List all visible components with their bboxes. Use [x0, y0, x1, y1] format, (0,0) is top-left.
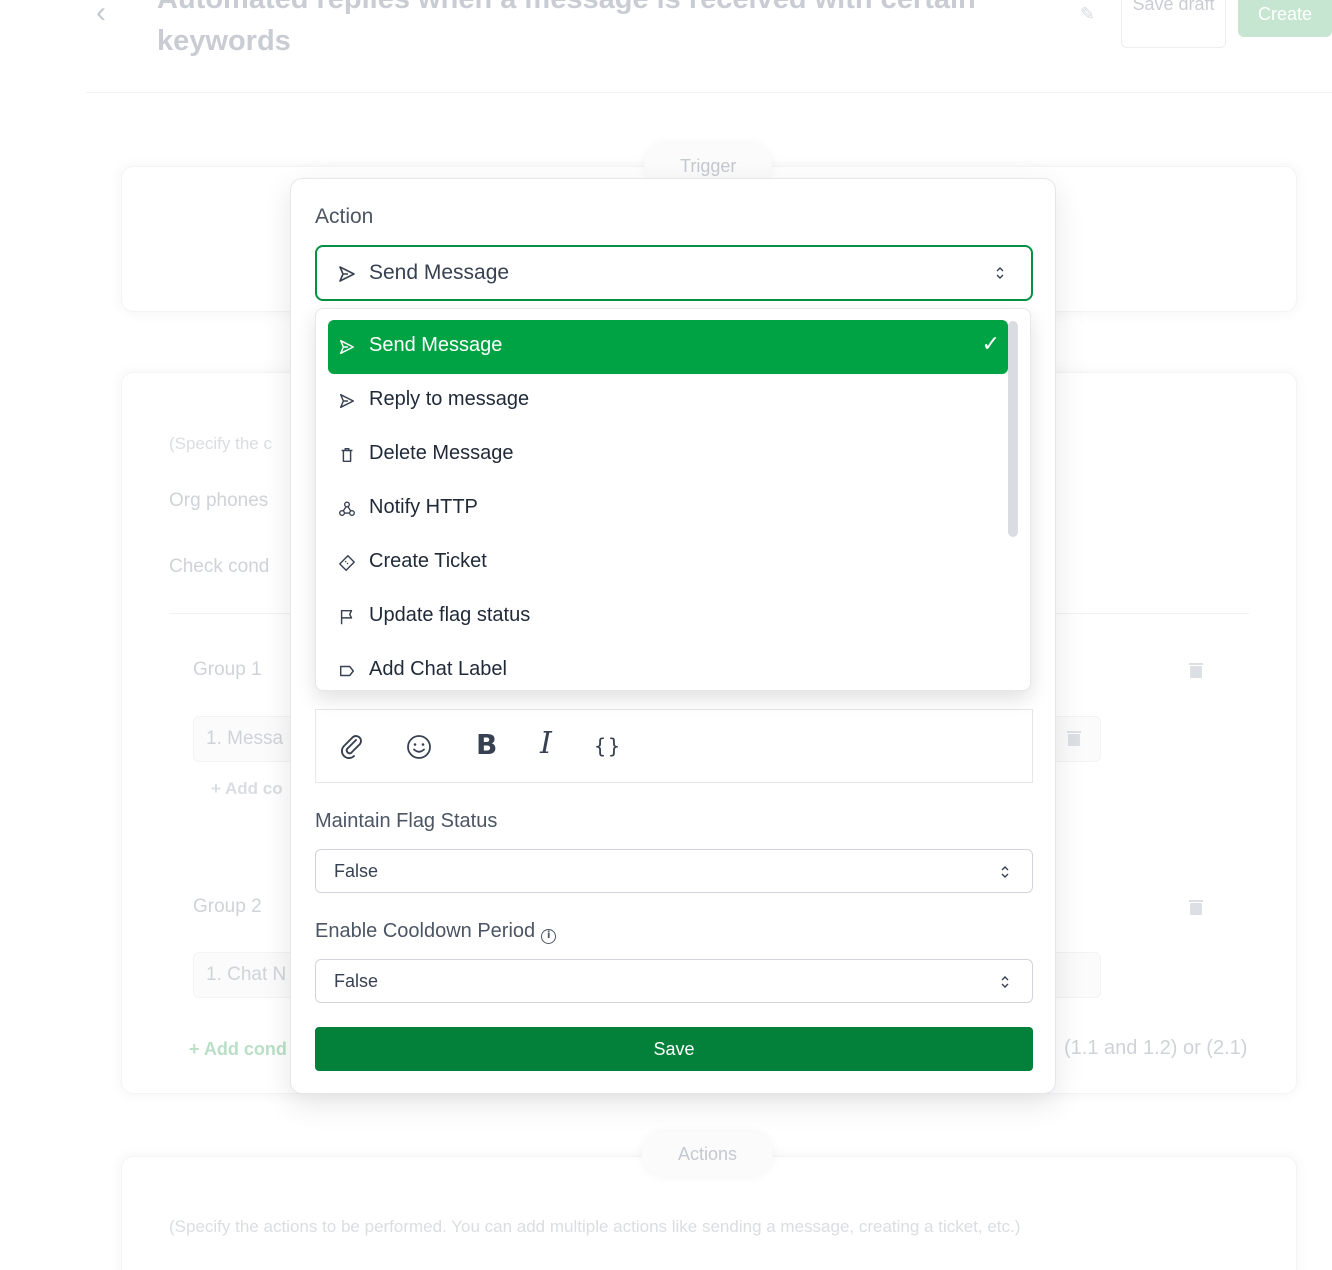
emoji-icon[interactable] — [406, 734, 432, 760]
send-icon — [339, 266, 355, 282]
add-condition-group-link[interactable]: + Add cond — [189, 1039, 287, 1060]
chevron-up-down-icon — [996, 267, 1004, 279]
dropdown-option-delete-message[interactable]: Delete Message — [328, 428, 1008, 482]
chevron-up-down-icon — [1001, 866, 1009, 878]
actions-hint: (Specify the actions to be performed. Yo… — [169, 1217, 1021, 1236]
dropdown-option-label: Notify HTTP — [369, 496, 478, 518]
dropdown-option-send-message[interactable]: Send Message ✓ — [328, 320, 1008, 374]
dropdown-option-label: Add Chat Label — [369, 658, 507, 680]
group-1-label: Group 1 — [193, 659, 262, 680]
dropdown-option-label: Create Ticket — [369, 550, 487, 572]
message-editor-toolbar: B I {} — [315, 709, 1033, 783]
add-condition-link[interactable]: + Add co — [211, 779, 283, 799]
dropdown-option-label: Send Message — [369, 334, 503, 356]
create-button[interactable]: Create — [1238, 0, 1332, 37]
cooldown-value: False — [334, 971, 379, 991]
save-button[interactable]: Save — [315, 1027, 1033, 1071]
ticket-icon — [339, 555, 355, 571]
dropdown-option-notify-http[interactable]: Notify HTTP — [328, 482, 1008, 536]
check-conditions-label: Check cond — [169, 556, 270, 577]
send-icon — [339, 393, 355, 409]
bold-icon[interactable]: B — [476, 728, 497, 761]
action-select[interactable]: Send Message — [315, 245, 1033, 301]
action-label: Action — [315, 205, 374, 228]
dropdown-option-add-chat-label[interactable]: Add Chat Label — [328, 644, 1008, 690]
action-dropdown-list: Send Message ✓ Reply to message Delete M… — [315, 308, 1031, 691]
webhook-icon — [339, 501, 355, 517]
dropdown-option-label: Update flag status — [369, 604, 531, 626]
dropdown-option-update-flag-status[interactable]: Update flag status — [328, 590, 1008, 644]
send-icon — [339, 339, 355, 355]
action-select-value: Send Message — [369, 261, 510, 284]
dropdown-scrollbar[interactable] — [1008, 321, 1018, 537]
trash-icon[interactable] — [1189, 899, 1203, 915]
org-phones-label: Org phones — [169, 490, 269, 511]
pencil-icon[interactable]: ✎ — [1080, 4, 1095, 25]
flag-icon — [340, 609, 353, 625]
maintain-flag-label: Maintain Flag Status — [315, 810, 498, 832]
dropdown-option-label: Delete Message — [369, 442, 514, 464]
group-1-condition-text: 1. Messa — [206, 728, 284, 749]
dropdown-option-label: Reply to message — [369, 388, 530, 410]
maintain-flag-value: False — [334, 861, 379, 881]
dropdown-option-reply-to-message[interactable]: Reply to message — [328, 374, 1008, 428]
checkmark-icon: ✓ — [981, 332, 1000, 357]
trash-icon[interactable] — [1067, 730, 1081, 746]
trash-icon — [341, 447, 353, 463]
chevron-up-down-icon — [1001, 976, 1009, 988]
conditions-hint: (Specify the c — [169, 434, 272, 453]
page-title: Automated replies when a message is rece… — [157, 0, 976, 57]
group-2-condition-text: 1. Chat N — [206, 964, 287, 985]
cooldown-label-row: Enable Cooldown Period i — [315, 920, 557, 944]
cooldown-select[interactable]: False — [315, 959, 1033, 1003]
label-icon — [339, 665, 355, 677]
variable-braces-icon[interactable]: {} — [594, 734, 622, 758]
italic-icon[interactable]: I — [540, 726, 552, 761]
save-draft-button[interactable]: Save draft — [1121, 0, 1226, 48]
logic-summary: (1.1 and 1.2) or (2.1) — [1064, 1037, 1248, 1059]
actions-pill: Actions — [642, 1132, 774, 1176]
info-icon[interactable]: i — [541, 929, 557, 944]
group-2-label: Group 2 — [193, 896, 262, 917]
cooldown-label: Enable Cooldown Period — [315, 920, 536, 942]
dropdown-option-create-ticket[interactable]: Create Ticket — [328, 536, 1008, 590]
paperclip-icon[interactable] — [340, 734, 364, 760]
trash-icon[interactable] — [1189, 662, 1203, 678]
maintain-flag-select[interactable]: False — [315, 849, 1033, 893]
header-divider — [86, 92, 1332, 93]
back-arrow-icon[interactable]: ‹ — [96, 0, 120, 30]
